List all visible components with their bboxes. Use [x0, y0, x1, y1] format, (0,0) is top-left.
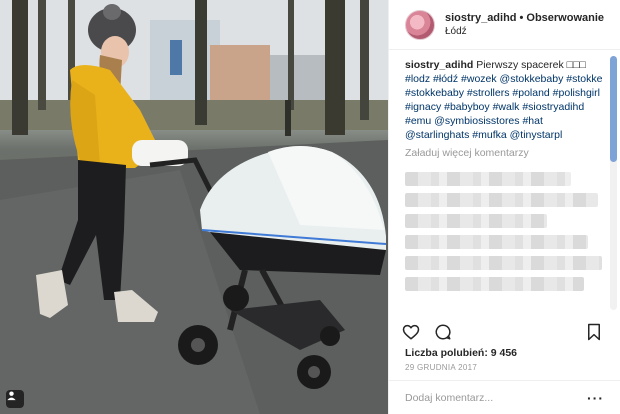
caption-text: Pierwszy spacerek □□□: [473, 59, 586, 71]
header-line: siostry_adihd • Obserwowanie: [445, 11, 604, 25]
pixelated-comment: [405, 172, 572, 186]
pixelated-comment: [405, 214, 548, 228]
likes-count[interactable]: Liczba polubień: 9 456: [405, 347, 517, 359]
comment-icon[interactable]: [433, 322, 453, 342]
avatar[interactable]: [405, 9, 435, 40]
pixelated-comment: [405, 277, 584, 291]
separator: •: [519, 11, 524, 24]
comments-scrollbar[interactable]: [610, 56, 617, 310]
post-date[interactable]: 29 grudnia 2017: [405, 363, 477, 372]
load-more-comments[interactable]: Załaduj więcej komentarzy: [405, 147, 608, 159]
bookmark-icon[interactable]: [584, 322, 604, 342]
add-comment-bar: ···: [389, 380, 620, 414]
action-bar: [401, 320, 604, 344]
more-options-button[interactable]: ···: [587, 391, 604, 405]
header-text: siostry_adihd • Obserwowanie Łódź: [445, 11, 604, 39]
heart-icon[interactable]: [401, 322, 421, 342]
photo-scene: [0, 0, 388, 414]
comments-area: siostry_adihd Pierwszy spacerek □□□ #lod…: [405, 58, 608, 310]
post-photo[interactable]: [0, 0, 388, 414]
following-button[interactable]: Obserwowanie: [526, 12, 604, 24]
caption: siostry_adihd Pierwszy spacerek □□□ #lod…: [405, 58, 608, 142]
location-link[interactable]: Łódź: [445, 25, 604, 39]
post-side-panel: siostry_adihd • Obserwowanie Łódź siostry_…: [388, 0, 620, 414]
pixelated-comment: [405, 256, 602, 270]
post-header: siostry_adihd • Obserwowanie Łódź: [389, 0, 620, 50]
username-link[interactable]: siostry_adihd: [445, 12, 517, 24]
comment-input[interactable]: [405, 391, 587, 404]
scrollbar-thumb[interactable]: [610, 56, 617, 162]
pixelated-comment: [405, 193, 598, 207]
caption-hashtags[interactable]: #lodz #łódź #wozek @stokkebaby #stokke #…: [405, 73, 602, 141]
caption-username[interactable]: siostry_adihd: [405, 59, 473, 71]
pixelated-comments: [405, 172, 608, 310]
user-tag-icon[interactable]: [6, 390, 24, 408]
pixelated-comment: [405, 235, 588, 249]
